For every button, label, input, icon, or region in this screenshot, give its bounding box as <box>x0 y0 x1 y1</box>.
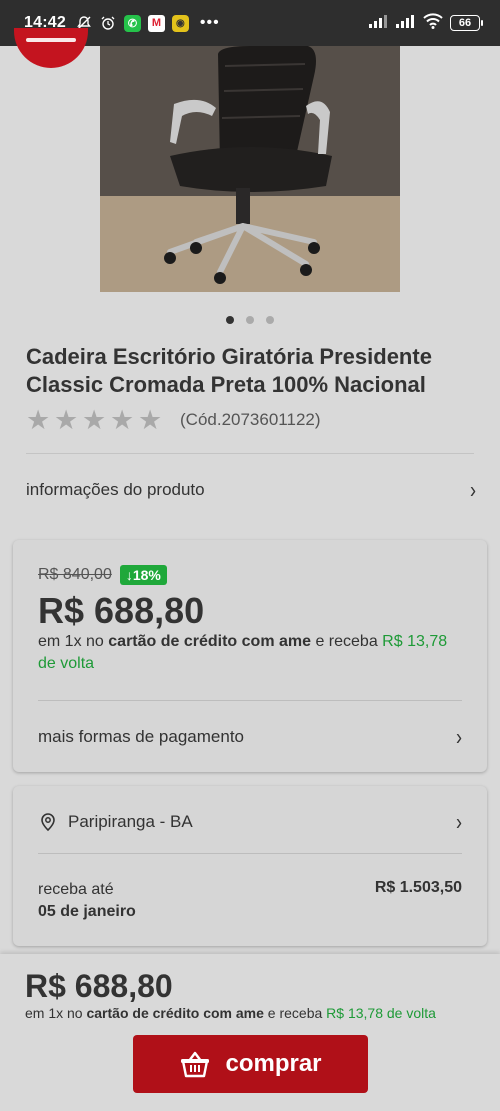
more-notifications-icon: ••• <box>199 14 220 31</box>
chevron-right-icon: › <box>456 808 462 835</box>
chevron-right-icon: › <box>470 476 476 503</box>
cashback-text: R$ 13,78 de volta <box>326 1005 436 1021</box>
product-gallery: Cadeira Escritório Giratória Presidente … <box>0 28 500 526</box>
price-card: R$ 840,00 ↓18% R$ 688,80 em 1x no cartão… <box>13 540 487 772</box>
bottom-payment-conditions: em 1x no cartão de crédito com ame e rec… <box>25 1005 436 1021</box>
whatsapp-icon: ✆ <box>123 14 141 32</box>
star-icon: ★ <box>26 405 51 435</box>
buy-button-label: comprar <box>225 1050 322 1077</box>
divider <box>26 453 474 454</box>
payment-prefix: em 1x no <box>38 633 109 650</box>
buy-button[interactable]: comprar <box>133 1035 368 1093</box>
payment-conditions: em 1x no cartão de crédito com ame e rec… <box>38 631 458 675</box>
store-logo <box>14 28 88 68</box>
battery-icon: 66 <box>450 15 483 31</box>
purchase-bar: R$ 688,80 em 1x no cartão de crédito com… <box>0 954 500 1111</box>
old-price: R$ 840,00 <box>38 566 112 583</box>
payment-middle: e receba <box>263 1005 327 1021</box>
product-sku: (Cód.2073601122) <box>180 410 321 429</box>
carousel-dot[interactable] <box>266 316 274 324</box>
notification-icons: ✆ M ◉ ••• <box>76 14 220 32</box>
wifi-icon <box>423 12 443 34</box>
basket-icon <box>181 1051 210 1078</box>
more-payment-label: mais formas de pagamento <box>38 727 244 746</box>
payment-prefix: em 1x no <box>25 1005 87 1021</box>
more-payment-options-link[interactable]: mais formas de pagamento › <box>38 717 462 757</box>
signal-2-icon <box>396 14 416 33</box>
star-icon: ★ <box>110 405 135 435</box>
location-selector[interactable]: Paripiranga - BA › <box>38 802 462 842</box>
app-notification-icon: ◉ <box>171 14 189 32</box>
receive-date: 05 de janeiro <box>38 903 136 920</box>
payment-middle: e receba <box>311 633 383 650</box>
current-price: R$ 688,80 <box>38 590 205 631</box>
star-icon: ★ <box>54 405 79 435</box>
bottom-price: R$ 688,80 <box>25 968 173 1004</box>
payment-method: cartão de crédito com ame <box>86 1005 264 1021</box>
chevron-right-icon: › <box>456 723 462 750</box>
product-title: Cadeira Escritório Giratória Presidente … <box>26 344 432 397</box>
old-price-row: R$ 840,00 ↓18% <box>38 565 167 585</box>
star-icon: ★ <box>138 405 163 435</box>
rating-row: ★ ★ ★ ★ ★ (Cód.2073601122) <box>26 405 321 435</box>
system-icons: 66 <box>369 12 483 34</box>
product-info-link[interactable]: informações do produto › <box>26 470 476 510</box>
divider <box>38 700 462 701</box>
location-pin-icon <box>41 813 55 832</box>
alarm-icon <box>100 15 117 32</box>
shipping-card: Paripiranga - BA › receba até 05 de jane… <box>13 786 487 946</box>
discount-badge: ↓18% <box>119 565 167 585</box>
rating-stars[interactable]: ★ ★ ★ ★ ★ <box>26 405 166 435</box>
location-label: Paripiranga - BA <box>68 812 193 831</box>
delivery-estimate: receba até 05 de janeiro <box>38 879 136 923</box>
gmail-icon: M <box>147 14 165 32</box>
star-icon: ★ <box>82 405 107 435</box>
product-info-label: informações do produto <box>26 480 205 499</box>
payment-method: cartão de crédito com ame <box>108 633 312 650</box>
image-carousel-indicator <box>0 316 500 324</box>
divider <box>38 853 462 854</box>
signal-icon <box>369 14 389 33</box>
receive-label: receba até <box>38 881 114 898</box>
shipping-price: R$ 1.503,50 <box>374 879 462 896</box>
carousel-dot[interactable] <box>246 316 254 324</box>
carousel-dot[interactable] <box>226 316 234 324</box>
product-image[interactable] <box>100 46 400 292</box>
discount-value: 18% <box>132 567 161 583</box>
